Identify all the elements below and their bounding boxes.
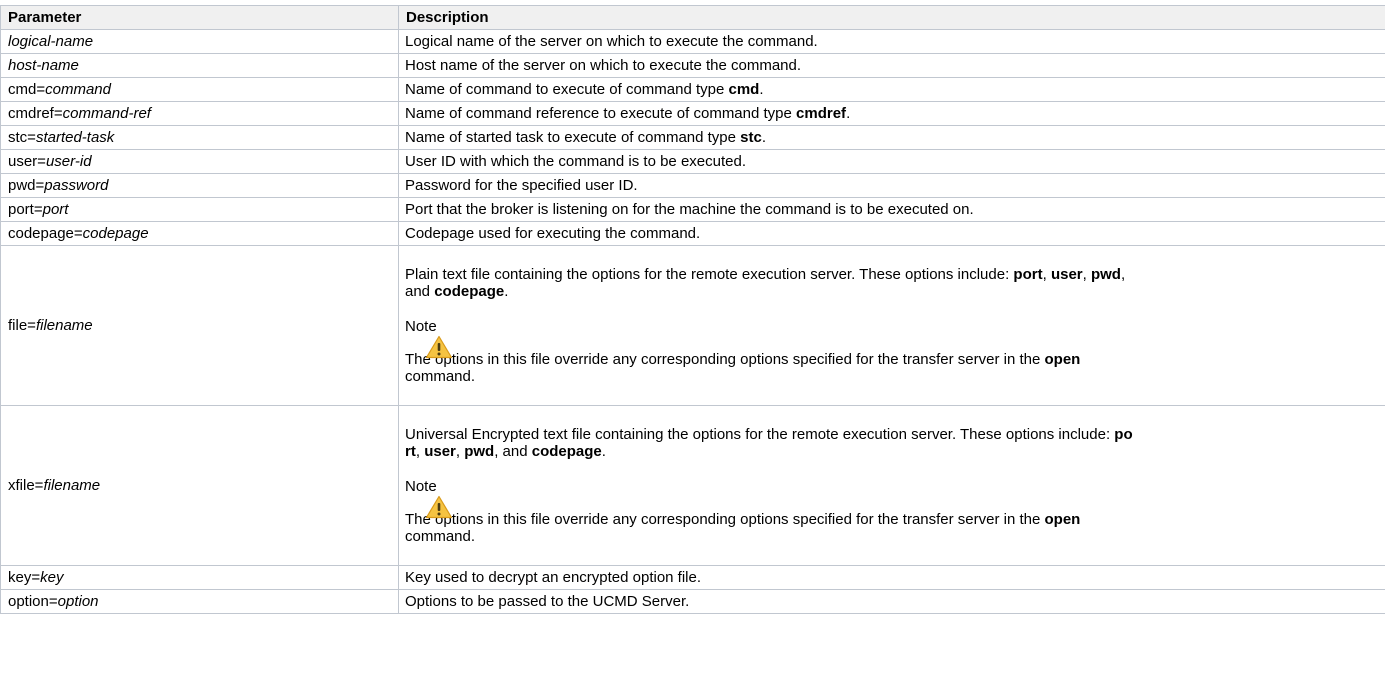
description-cell: Port that the broker is listening on for… (398, 197, 1385, 222)
parameter-placeholder: logical-name (8, 33, 94, 50)
table-header-row: Parameter Description (0, 5, 1385, 30)
option-port: po (1114, 426, 1133, 443)
parameter-placeholder: command (45, 81, 111, 98)
description-cell: Name of command reference to execute of … (398, 101, 1385, 126)
parameter-cell: option=option (0, 589, 399, 614)
note-title: Note (405, 318, 437, 335)
description-text: Name of command reference to execute of … (405, 105, 797, 122)
note-title: Note (405, 478, 437, 495)
table-row: codepage=codepage Codepage used for exec… (0, 221, 1385, 246)
option-port-cont: rt (405, 443, 416, 460)
description-punct: . (846, 105, 851, 122)
parameter-keyword: port= (8, 201, 43, 218)
table-row: stc=started-task Name of started task to… (0, 125, 1385, 150)
parameter-cell: xfile=filename (0, 405, 399, 566)
table-row-xfile: xfile=filename Universal Encrypted text … (0, 405, 1385, 566)
description-cell: Options to be passed to the UCMD Server. (398, 589, 1385, 614)
parameter-placeholder: host-name (8, 57, 79, 74)
parameter-placeholder: codepage (82, 225, 149, 242)
parameter-cell: cmdref=command-ref (0, 101, 399, 126)
option-codepage: codepage (434, 283, 505, 300)
description-cell: Key used to decrypt an encrypted option … (398, 565, 1385, 590)
note-body: The options in this file override any co… (405, 511, 1081, 545)
description-cell: Plain text file containing the options f… (398, 245, 1385, 406)
description-text: Name of started task to execute of comma… (405, 129, 741, 146)
parameter-placeholder: user-id (45, 153, 92, 170)
description-cell: Codepage used for executing the command. (398, 221, 1385, 246)
description-keyword: stc (740, 129, 762, 146)
parameter-placeholder: key (40, 569, 64, 586)
option-pwd: pwd (1090, 266, 1121, 283)
description-punct: . (759, 81, 764, 98)
parameter-cell: cmd=command (0, 77, 399, 102)
parameter-placeholder: port (42, 201, 69, 218)
warning-icon (425, 335, 453, 359)
description-text: Name of command to execute of command ty… (405, 81, 729, 98)
parameter-keyword: key= (8, 569, 41, 586)
warning-icon (425, 495, 453, 519)
parameter-keyword: cmdref= (8, 105, 63, 122)
parameter-cell: user=user-id (0, 149, 399, 174)
table-row: user=user-id User ID with which the comm… (0, 149, 1385, 174)
description-cell: Universal Encrypted text file containing… (398, 405, 1385, 566)
parameter-cell: logical-name (0, 29, 399, 54)
open-command: open (1044, 511, 1081, 528)
table-row: cmdref=command-ref Name of command refer… (0, 101, 1385, 126)
parameter-cell: host-name (0, 53, 399, 78)
parameter-cell: key=key (0, 565, 399, 590)
open-command: open (1044, 351, 1081, 368)
description-cell: Name of started task to execute of comma… (398, 125, 1385, 150)
table-row: port=port Port that the broker is listen… (0, 197, 1385, 222)
parameter-placeholder: filename (43, 477, 101, 494)
option-port: port (1013, 266, 1043, 283)
parameter-cell: file=filename (0, 245, 399, 406)
parameter-keyword: user= (8, 153, 46, 170)
parameter-placeholder: command-ref (62, 105, 151, 122)
description-cell: Host name of the server on which to exec… (398, 53, 1385, 78)
table-row: logical-name Logical name of the server … (0, 29, 1385, 54)
table-row: cmd=command Name of command to execute o… (0, 77, 1385, 102)
parameter-placeholder: option (57, 593, 99, 610)
description-keyword: cmdref (796, 105, 847, 122)
description-paragraph: Universal Encrypted text file containing… (405, 426, 1133, 460)
parameter-cell: codepage=codepage (0, 221, 399, 246)
parameter-keyword: file= (8, 317, 36, 334)
description-cell: Name of command to execute of command ty… (398, 77, 1385, 102)
description-paragraph: Plain text file containing the options f… (405, 266, 1126, 300)
table-row: host-name Host name of the server on whi… (0, 53, 1385, 78)
parameter-cell: pwd=password (0, 173, 399, 198)
parameter-column-header: Parameter (0, 5, 399, 30)
table-row-file: file=filename Plain text file containing… (0, 245, 1385, 406)
parameter-keyword: xfile= (8, 477, 44, 494)
parameter-placeholder: filename (35, 317, 93, 334)
description-cell: Password for the specified user ID. (398, 173, 1385, 198)
parameter-keyword: pwd= (8, 177, 45, 194)
parameter-cell: stc=started-task (0, 125, 399, 150)
table-row: key=key Key used to decrypt an encrypted… (0, 565, 1385, 590)
parameter-keyword: option= (8, 593, 58, 610)
table-row: pwd=password Password for the specified … (0, 173, 1385, 198)
parameter-table: Parameter Description logical-name Logic… (0, 5, 1385, 614)
option-pwd: pwd (464, 443, 495, 460)
parameter-placeholder: password (44, 177, 109, 194)
table-row: option=option Options to be passed to th… (0, 589, 1385, 614)
option-user: user (424, 443, 456, 460)
description-punct: . (761, 129, 767, 146)
option-user: user (1050, 266, 1083, 283)
parameter-cell: port=port (0, 197, 399, 222)
description-cell: User ID with which the command is to be … (398, 149, 1385, 174)
description-keyword: cmd (728, 81, 760, 98)
option-codepage: codepage (531, 443, 602, 460)
parameter-keyword: cmd= (8, 81, 46, 98)
description-cell: Logical name of the server on which to e… (398, 29, 1385, 54)
parameter-keyword: stc= (8, 129, 36, 146)
description-column-header: Description (398, 5, 1385, 30)
note-body: The options in this file override any co… (405, 351, 1081, 385)
parameter-keyword: codepage= (8, 225, 83, 242)
parameter-placeholder: started-task (35, 129, 115, 146)
